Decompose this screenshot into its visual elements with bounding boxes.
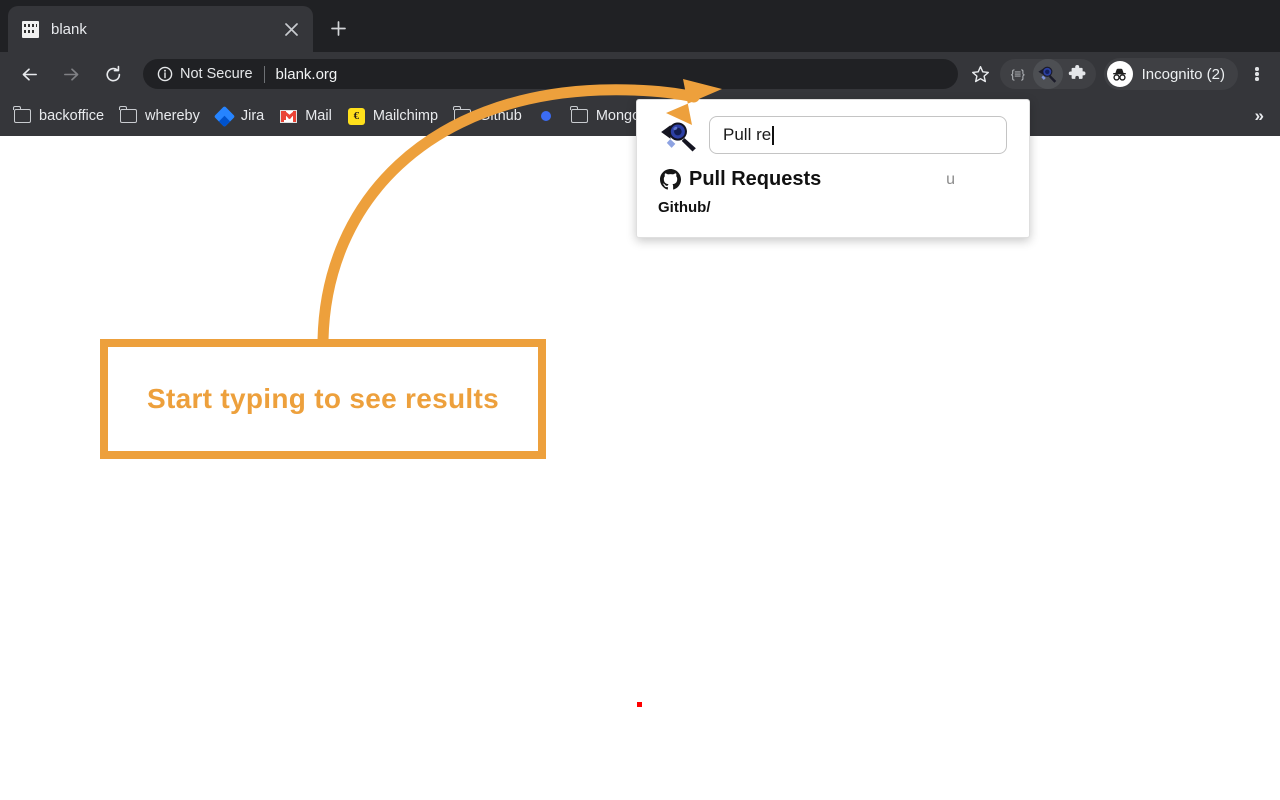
bookmarks-overflow-button[interactable]: » (1247, 106, 1272, 126)
bookmark-whereby[interactable]: whereby (112, 102, 208, 130)
bookmark-label: Mailchimp (373, 108, 438, 124)
extensions-group: {≡} (1000, 59, 1096, 89)
blue-dot-icon (538, 108, 555, 125)
gmail-icon (280, 108, 297, 125)
bookmark-jira[interactable]: Jira (208, 102, 272, 130)
folder-icon (120, 108, 137, 125)
bookmark-label: Github (479, 108, 522, 124)
result-path-label: Github/ (658, 199, 1007, 216)
bookmark-mail[interactable]: Mail (272, 102, 340, 130)
chrome-menu-icon[interactable] (1242, 58, 1272, 90)
omnibox-divider (264, 66, 265, 83)
site-security-status[interactable]: Not Secure (157, 66, 253, 82)
navigation-toolbar: Not Secure blank.org {≡} (0, 52, 1280, 96)
search-input[interactable]: Pull re (709, 116, 1007, 154)
close-icon[interactable] (279, 17, 303, 41)
bookmark-blue-dot[interactable] (530, 102, 563, 130)
folder-icon (571, 108, 588, 125)
result-item-pull-requests[interactable]: Pull Requests u (659, 168, 1007, 191)
bookmark-github[interactable]: Github (446, 102, 530, 130)
security-status-text: Not Secure (180, 66, 253, 82)
profile-name-label: Incognito (2) (1142, 66, 1225, 83)
jira-diamond-icon (216, 108, 233, 125)
text-caret (772, 126, 774, 145)
quick-search-extension-icon[interactable] (1033, 59, 1063, 89)
popup-search-row: Pull re (637, 100, 1029, 154)
bookmark-label: backoffice (39, 108, 104, 124)
profile-incognito-button[interactable]: Incognito (2) (1104, 58, 1238, 90)
browser-tab-blank[interactable]: blank (8, 6, 313, 52)
tab-strip: blank (0, 0, 1280, 52)
blank-page-favicon (22, 21, 39, 38)
json-formatter-extension-icon[interactable]: {≡} (1003, 59, 1033, 89)
bookmark-backoffice[interactable]: backoffice (6, 102, 112, 130)
extensions-puzzle-icon[interactable] (1063, 59, 1093, 89)
search-input-value: Pull re (723, 125, 771, 145)
folder-icon (14, 108, 31, 125)
bookmark-mailchimp[interactable]: € Mailchimp (340, 102, 446, 130)
folder-icon (454, 108, 471, 125)
new-tab-button[interactable] (324, 14, 352, 42)
quick-search-extension-popup: Pull re Pull Requests u Github/ (636, 99, 1030, 238)
result-shortcut-key: u (946, 171, 955, 189)
github-octocat-icon (659, 169, 681, 191)
reload-button[interactable] (97, 58, 129, 90)
search-results-list: Pull Requests u Github/ (637, 154, 1029, 216)
bookmark-label: Mongo (596, 108, 640, 124)
bookmark-label: Jira (241, 108, 264, 124)
result-title: Pull Requests (689, 168, 946, 191)
info-circle-icon (157, 66, 173, 82)
url-text: blank.org (276, 66, 338, 83)
tab-title: blank (51, 21, 279, 38)
magnifier-search-extension-logo (659, 117, 701, 153)
forward-button[interactable] (55, 58, 87, 90)
back-button[interactable] (13, 58, 45, 90)
bookmark-label: Mail (305, 108, 332, 124)
address-bar[interactable]: Not Secure blank.org (143, 59, 958, 89)
bookmark-star-icon[interactable] (966, 59, 996, 89)
page-red-dot-marker (637, 702, 642, 707)
json-braces-glyph: {≡} (1011, 67, 1025, 81)
bookmark-label: whereby (145, 108, 200, 124)
mailchimp-icon: € (348, 108, 365, 125)
incognito-hat-glasses-icon (1107, 61, 1133, 87)
